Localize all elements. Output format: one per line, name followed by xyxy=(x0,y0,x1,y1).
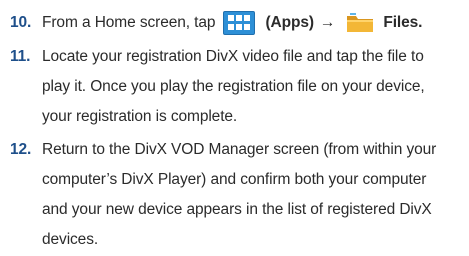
step-text-line: Locate your registration DivX video file… xyxy=(42,48,424,65)
step-text-line: and your new device appears in the list … xyxy=(42,201,432,218)
step-number: 10. xyxy=(10,14,32,31)
step-text-line: your registration is complete. xyxy=(42,108,238,125)
apps-label: (Apps) xyxy=(265,14,314,31)
files-label: Files. xyxy=(383,14,423,31)
step-12: 12. Return to the DivX VOD Manager scree… xyxy=(10,135,465,255)
step-text-line: Return to the DivX VOD Manager screen (f… xyxy=(42,141,437,158)
step-text-line: play it. Once you play the registration … xyxy=(42,78,425,95)
step-10: 10. From a Home screen, tap (Apps) → Fil… xyxy=(10,8,465,38)
apps-grid-icon xyxy=(223,11,256,35)
step-text-line: devices. xyxy=(42,231,99,248)
arrow-icon: → xyxy=(319,14,336,31)
manual-page: 10. From a Home screen, tap (Apps) → Fil… xyxy=(0,0,469,256)
step-11: 11. Locate your registration DivX video … xyxy=(10,42,465,132)
step-number: 12. xyxy=(10,141,32,158)
step-text-line: computer’s DivX Player) and confirm both… xyxy=(42,171,427,188)
step-number: 11. xyxy=(10,48,31,65)
step-text: From a Home screen, tap xyxy=(42,14,216,31)
folder-icon xyxy=(345,11,375,35)
